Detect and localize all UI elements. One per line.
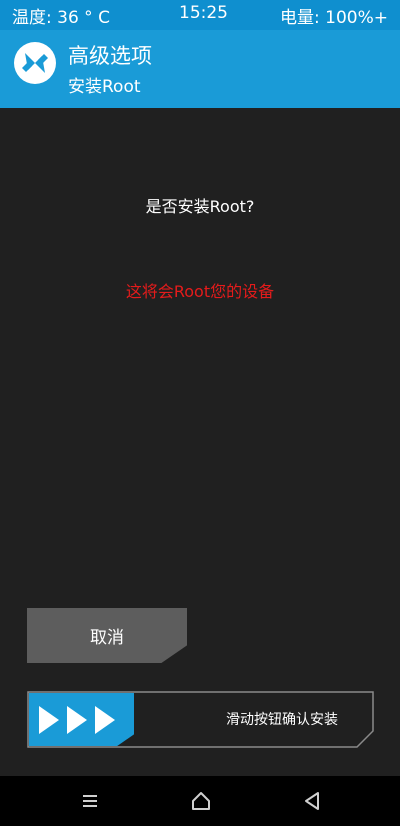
- clock: 15:25: [179, 3, 228, 23]
- twrp-logo-icon: [12, 40, 58, 86]
- install-root-question: 是否安装Root?: [145, 197, 255, 216]
- navigation-bar: [0, 776, 400, 826]
- page-subtitle: 安装Root: [68, 77, 141, 97]
- temperature-readout: 温度: 36 ° C: [12, 8, 110, 28]
- twrp-screen: 温度: 36 ° C 15:25 电量: 100%+ 高级选项 安装Root 是…: [0, 0, 400, 826]
- back-icon[interactable]: [299, 788, 325, 814]
- cancel-button[interactable]: 取消: [27, 608, 187, 663]
- page-title: 高级选项: [68, 44, 152, 68]
- triple-arrow-icon: [39, 706, 115, 734]
- cancel-button-label: 取消: [90, 628, 124, 648]
- root-warning: 这将会Root您的设备: [125, 282, 275, 301]
- menu-icon[interactable]: [77, 788, 103, 814]
- battery-readout: 电量: 100%+: [280, 8, 388, 28]
- status-bar: 温度: 36 ° C 15:25 电量: 100%+: [0, 0, 400, 30]
- slider-label: 滑动按钮确认安装: [226, 712, 338, 728]
- swipe-to-confirm-slider[interactable]: 滑动按钮确认安装: [27, 691, 374, 748]
- home-icon[interactable]: [188, 788, 214, 814]
- slider-handle[interactable]: [29, 693, 134, 746]
- header: 高级选项 安装Root: [0, 30, 400, 108]
